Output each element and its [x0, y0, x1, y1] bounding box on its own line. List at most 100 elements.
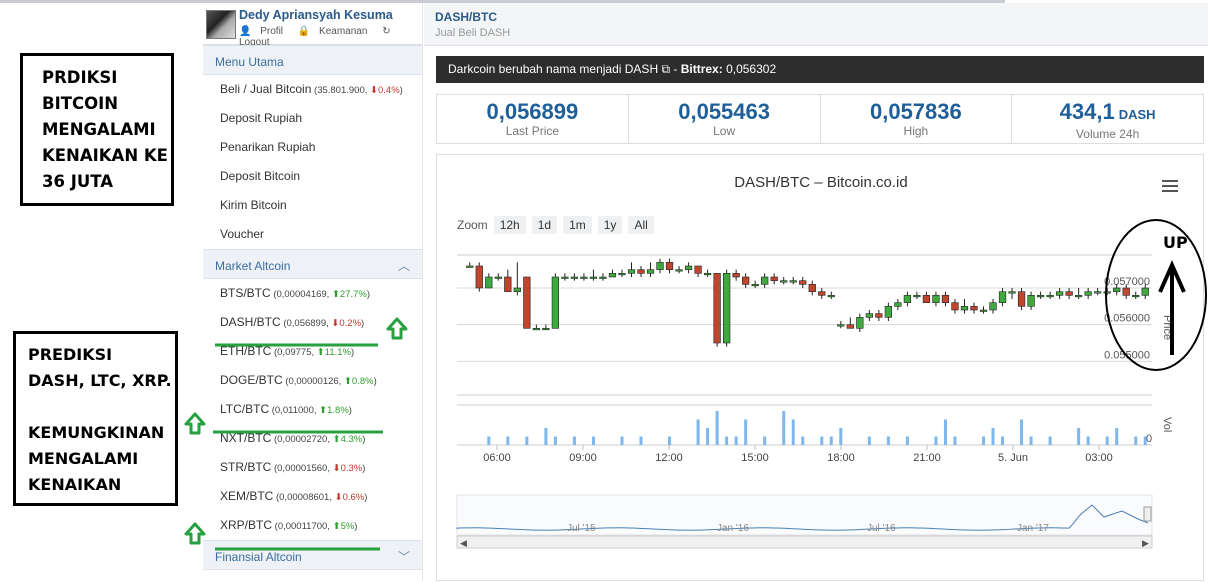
candle-body [1055, 291, 1064, 296]
menu-item[interactable]: Voucher [203, 220, 422, 249]
menu-item[interactable]: NXT/BTC (0,00002720, ⬆4.3%) [203, 424, 422, 453]
candle-body [475, 265, 483, 289]
price-value: (0,00008601, [275, 492, 332, 503]
menu-item-label: STR/BTC [220, 460, 272, 474]
annotation-bitcoin-prediction: PRDIKSI BITCOIN MENGALAMI KENAIKAN KE 36 JUT… [20, 53, 174, 206]
menu-item[interactable]: STR/BTC (0,00001560, ⬇0.3%) [203, 453, 422, 482]
stat-value: 0,057836 [869, 99, 962, 124]
candle-body [837, 324, 845, 327]
volume-bar [544, 428, 548, 445]
chevron-down-icon[interactable]: ﹀ [398, 548, 410, 565]
paren: ) [366, 289, 371, 300]
candle-body [618, 273, 626, 276]
price-value: (0,056899, [283, 318, 329, 329]
candle-body [551, 276, 560, 329]
menu-item[interactable]: DOGE/BTC (0,00000126, ⬆0.8%) [203, 366, 422, 395]
sidebar: Dedy Apriansyah Kesuma 👤 Profil 🔒 Keaman… [203, 3, 423, 581]
chevron-up-icon[interactable]: ︿ [398, 257, 410, 274]
paren: ) [361, 318, 365, 329]
price-value: (0,00011700, [274, 521, 330, 532]
menu-item[interactable]: DASH/BTC (0,056899, ⬇0.2%) [203, 308, 422, 337]
volume-bar [1134, 436, 1138, 445]
menu-item[interactable]: Beli / Jual Bitcoin (35.801.900, ⬇0.4%) [203, 75, 422, 104]
menu-item[interactable]: LTC/BTC (0,011000, ⬆1.8%) [203, 395, 422, 424]
candle-body [922, 295, 931, 303]
volume-bar [734, 436, 738, 445]
volume-number: 434,1 [1059, 99, 1115, 124]
price-value: (0,00000126, [285, 376, 342, 387]
market-section-header[interactable]: Market Altcoin ︿ [203, 249, 422, 279]
volume-bar [1048, 436, 1052, 445]
menu-item[interactable]: XRP/BTC (0,00011700, ⬆5%) [203, 511, 422, 540]
scroll-left-icon: ◀ [460, 538, 467, 548]
candle-body [1036, 295, 1045, 298]
paren: ) [354, 521, 358, 532]
menu-item[interactable]: Penarikan Rupiah [203, 133, 422, 162]
arrow-up-icon: ⬆ [329, 289, 340, 300]
paren: ) [362, 463, 366, 474]
page-title: DASH/BTC [435, 10, 497, 24]
candle-body [761, 276, 769, 285]
menu-item[interactable]: XEM/BTC (0,00008601, ⬇0.6%) [203, 482, 422, 511]
candle-body [960, 306, 969, 311]
volume-bar [791, 419, 795, 445]
candle-body [513, 287, 521, 292]
candle-body [1027, 295, 1035, 307]
user-icon: 👤 [239, 26, 252, 37]
volume-bar [620, 436, 624, 445]
menu-item-label: NXT/BTC [220, 431, 272, 445]
candle-body [703, 273, 712, 276]
security-link[interactable]: 🔒 Keamanan [298, 26, 374, 37]
x-tick-label: 18:00 [827, 452, 855, 464]
candle-body [979, 309, 988, 312]
price-value: (0,00002720, [273, 434, 330, 445]
menu-item[interactable]: ETH/BTC (0,09775, ⬆11.1%) [203, 337, 422, 366]
volume-bar [829, 436, 833, 445]
chart-container: DASH/BTC – Bitcoin.co.id Zoom 12h 1d 1m … [436, 154, 1204, 581]
annotation-line: PRDIKSI [42, 68, 118, 87]
candle-body [694, 265, 702, 274]
price-chart[interactable]: 0.0570000.0560000.055000Price0Vol06:00 09… [437, 155, 1205, 582]
menu-section-header[interactable]: Menu Utama [203, 45, 422, 75]
annotation-line: KENAIKAN KE [42, 146, 168, 165]
menu-item-label: DASH/BTC [220, 315, 281, 329]
volume-bar [744, 419, 748, 445]
candle-body [532, 328, 540, 331]
candle-body [932, 295, 940, 303]
candle-body [789, 280, 797, 283]
menu-item[interactable]: BTS/BTC (0,00004169, ⬆27.7%) [203, 279, 422, 308]
navigator-label: Jan '17 [1017, 523, 1049, 534]
candle-body [665, 262, 674, 270]
candle-body [637, 269, 645, 274]
profile-link[interactable]: 👤 Profil [239, 26, 289, 37]
candle-body [599, 276, 607, 279]
stat-value: 0,056899 [486, 99, 579, 124]
stat-label: Low [713, 124, 736, 138]
volume-bar [696, 419, 700, 445]
menu-item[interactable]: Kirim Bitcoin [203, 191, 422, 220]
candle-body [998, 291, 1007, 303]
external-link-icon[interactable]: ⧉ [661, 62, 670, 76]
paren: ) [348, 405, 352, 416]
menu-item-price: (35.801.900, ⬇0.4%) [311, 85, 403, 96]
stat-high: 0,057836 High [821, 95, 1013, 143]
menu-item[interactable]: Deposit Bitcoin [203, 162, 422, 191]
price-value: (35.801.900, [314, 85, 368, 96]
volume-bar [1077, 428, 1081, 445]
change-percent: 0.4% [378, 85, 400, 96]
candle-body [1094, 291, 1102, 294]
candle-body [684, 265, 693, 270]
menu-item-label: BTS/BTC [220, 286, 271, 300]
arrow-up-icon: ⬆ [341, 376, 352, 387]
volume-bar [591, 436, 595, 445]
menu-item-label: ETH/BTC [220, 344, 272, 358]
financial-section-header[interactable]: Finansial Altcoin ﹀ [203, 540, 422, 570]
candle-body [742, 276, 750, 285]
price-value: (0,011000, [271, 405, 317, 416]
user-name[interactable]: Dedy Apriansyah Kesuma [239, 8, 393, 22]
menu-item[interactable]: Deposit Rupiah [203, 104, 422, 133]
up-label: UP [1163, 233, 1188, 252]
avatar[interactable] [206, 10, 236, 39]
change-percent: 0.3% [340, 463, 363, 474]
change-percent: 0.6% [342, 492, 365, 503]
